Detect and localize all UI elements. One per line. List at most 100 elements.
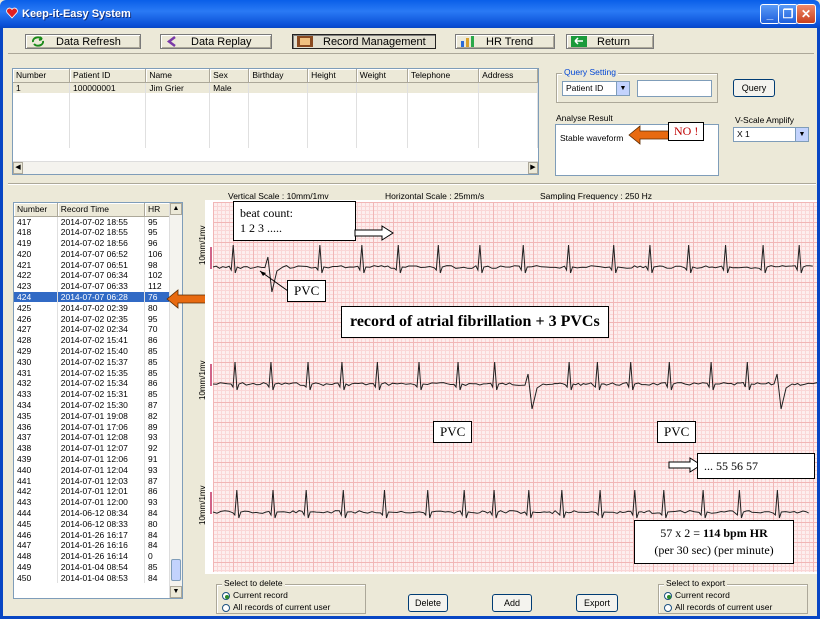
- record-cell: 2014-01-26 16:16: [57, 539, 146, 551]
- record-row[interactable]: 440 2014-07-01 12:04 93: [14, 464, 170, 476]
- patient-col-header[interactable]: Birthday: [248, 69, 309, 83]
- empty-cell: [307, 115, 357, 126]
- return-button[interactable]: Return: [566, 34, 654, 49]
- record-row[interactable]: 445 2014-06-12 08:33 80: [14, 518, 170, 530]
- empty-cell: [145, 115, 211, 126]
- chevron-down-icon[interactable]: ▼: [795, 128, 808, 141]
- delete-all-radio[interactable]: All records of current user: [222, 602, 330, 612]
- data-refresh-label: Data Refresh: [56, 35, 121, 48]
- record-row[interactable]: 449 2014-01-04 08:54 85: [14, 561, 170, 573]
- record-cell: 428: [14, 334, 58, 346]
- scroll-down-icon[interactable]: ▼: [170, 586, 182, 598]
- record-row[interactable]: 432 2014-07-02 15:34 86: [14, 377, 170, 389]
- record-cell: 2014-07-02 02:35: [57, 313, 146, 324]
- record-row[interactable]: 447 2014-01-26 16:16 84: [14, 539, 170, 551]
- data-replay-button[interactable]: Data Replay: [160, 34, 272, 49]
- record-row[interactable]: 421 2014-07-07 06:51 98: [14, 259, 170, 270]
- record-row[interactable]: 444 2014-06-12 08:34 84: [14, 507, 170, 519]
- record-row[interactable]: 418 2014-07-02 18:55 95: [14, 226, 170, 238]
- radio-selected-icon[interactable]: [222, 591, 230, 600]
- record-cell: 89: [144, 421, 170, 432]
- record-row[interactable]: 423 2014-07-07 06:33 112: [14, 280, 170, 292]
- record-row[interactable]: 433 2014-07-02 15:31 85: [14, 388, 170, 400]
- delete-opt1-label: Current record: [233, 590, 288, 600]
- patient-row[interactable]: 1 100000001 Jim Grier Male: [13, 82, 538, 93]
- export-button[interactable]: Export: [576, 594, 618, 612]
- record-row[interactable]: 448 2014-01-26 16:14 0: [14, 550, 170, 562]
- patient-col-header[interactable]: Height: [307, 69, 357, 83]
- scroll-left-icon[interactable]: ◀: [13, 162, 23, 174]
- record-row[interactable]: 436 2014-07-01 17:06 89: [14, 421, 170, 432]
- record-row[interactable]: 446 2014-01-26 16:17 84: [14, 529, 170, 540]
- patient-col-header[interactable]: Number: [13, 69, 71, 83]
- record-row[interactable]: 428 2014-07-02 15:41 86: [14, 334, 170, 346]
- record-cell: 449: [14, 561, 58, 573]
- record-row[interactable]: 430 2014-07-02 15:37 85: [14, 356, 170, 368]
- record-row[interactable]: 419 2014-07-02 18:56 96: [14, 237, 170, 249]
- record-cell: 448: [14, 550, 58, 562]
- record-row[interactable]: 431 2014-07-02 15:35 85: [14, 367, 170, 378]
- record-row[interactable]: 439 2014-07-01 12:06 91: [14, 453, 170, 465]
- patient-col-header[interactable]: Address: [478, 69, 538, 83]
- patient-col-header[interactable]: Patient ID: [69, 69, 147, 83]
- radio-selected-icon[interactable]: [664, 591, 672, 600]
- record-row[interactable]: 422 2014-07-07 06:34 102: [14, 269, 170, 281]
- export-all-radio[interactable]: All records of current user: [664, 602, 772, 612]
- record-row[interactable]: 435 2014-07-01 19:08 82: [14, 410, 170, 422]
- patient-col-header[interactable]: Name: [145, 69, 211, 83]
- radio-icon[interactable]: [664, 603, 672, 612]
- radio-icon[interactable]: [222, 603, 230, 612]
- record-cell: 2014-07-07 06:28: [57, 291, 146, 303]
- record-cell: 2014-07-02 18:55: [57, 216, 146, 227]
- record-row[interactable]: 437 2014-07-01 12:08 93: [14, 431, 170, 443]
- record-row[interactable]: 442 2014-07-01 12:01 86: [14, 485, 170, 497]
- beat-count-callout: beat count: 1 2 3 .....: [233, 201, 356, 241]
- add-button[interactable]: Add: [492, 594, 532, 612]
- scroll-thumb[interactable]: [171, 559, 181, 581]
- record-management-button[interactable]: Record Management: [292, 34, 436, 49]
- empty-cell: [356, 115, 409, 126]
- record-cell: 2014-07-02 15:41: [57, 334, 146, 346]
- empty-row: [13, 137, 538, 148]
- record-cell: 92: [144, 442, 170, 454]
- record-row[interactable]: 443 2014-07-01 12:00 93: [14, 496, 170, 508]
- record-row[interactable]: 425 2014-07-02 02:39 80: [14, 302, 170, 314]
- record-row[interactable]: 434 2014-07-02 15:30 87: [14, 399, 170, 411]
- chevron-down-icon[interactable]: ▼: [616, 82, 629, 95]
- record-row[interactable]: 417 2014-07-02 18:55 95: [14, 216, 170, 227]
- vertical-scrollbar[interactable]: ▲ ▼: [169, 203, 182, 598]
- export-current-radio[interactable]: Current record: [664, 590, 730, 600]
- record-col-header[interactable]: Record Time: [57, 203, 146, 217]
- vscale-select[interactable]: X 1 ▼: [733, 127, 809, 142]
- delete-current-radio[interactable]: Current record: [222, 590, 288, 600]
- record-cell: 430: [14, 356, 58, 368]
- minimize-button[interactable]: _: [760, 4, 780, 24]
- record-row[interactable]: 450 2014-01-04 08:53 84: [14, 572, 170, 584]
- scroll-up-icon[interactable]: ▲: [170, 203, 182, 215]
- record-col-header[interactable]: Number: [14, 203, 58, 217]
- horizontal-scrollbar[interactable]: ◀ ▶: [13, 161, 538, 174]
- scroll-right-icon[interactable]: ▶: [528, 162, 538, 174]
- data-refresh-button[interactable]: Data Refresh: [25, 34, 141, 49]
- query-button[interactable]: Query: [733, 79, 775, 97]
- close-button[interactable]: ✕: [796, 4, 816, 24]
- patient-col-header[interactable]: Sex: [209, 69, 250, 83]
- record-row[interactable]: 420 2014-07-07 06:52 106: [14, 248, 170, 260]
- record-cell: 70: [144, 323, 170, 335]
- record-row[interactable]: 427 2014-07-02 02:34 70: [14, 323, 170, 335]
- record-col-header[interactable]: HR: [144, 203, 170, 217]
- record-row[interactable]: 441 2014-07-01 12:03 87: [14, 475, 170, 486]
- delete-button[interactable]: Delete: [408, 594, 448, 612]
- patient-col-header[interactable]: Telephone: [407, 69, 480, 83]
- record-cell: 2014-07-07 06:34: [57, 269, 146, 281]
- hr-trend-button[interactable]: HR Trend: [455, 34, 555, 49]
- record-row[interactable]: 426 2014-07-02 02:35 95: [14, 313, 170, 324]
- patient-col-header[interactable]: Weight: [356, 69, 409, 83]
- maximize-button[interactable]: ❐: [778, 4, 798, 24]
- record-row[interactable]: 429 2014-07-02 15:40 85: [14, 345, 170, 357]
- empty-cell: [69, 104, 147, 115]
- query-field-select[interactable]: Patient ID ▼: [562, 81, 630, 96]
- query-value-input[interactable]: [637, 80, 712, 97]
- record-row[interactable]: 424 2014-07-07 06:28 76: [14, 291, 170, 303]
- record-row[interactable]: 438 2014-07-01 12:07 92: [14, 442, 170, 454]
